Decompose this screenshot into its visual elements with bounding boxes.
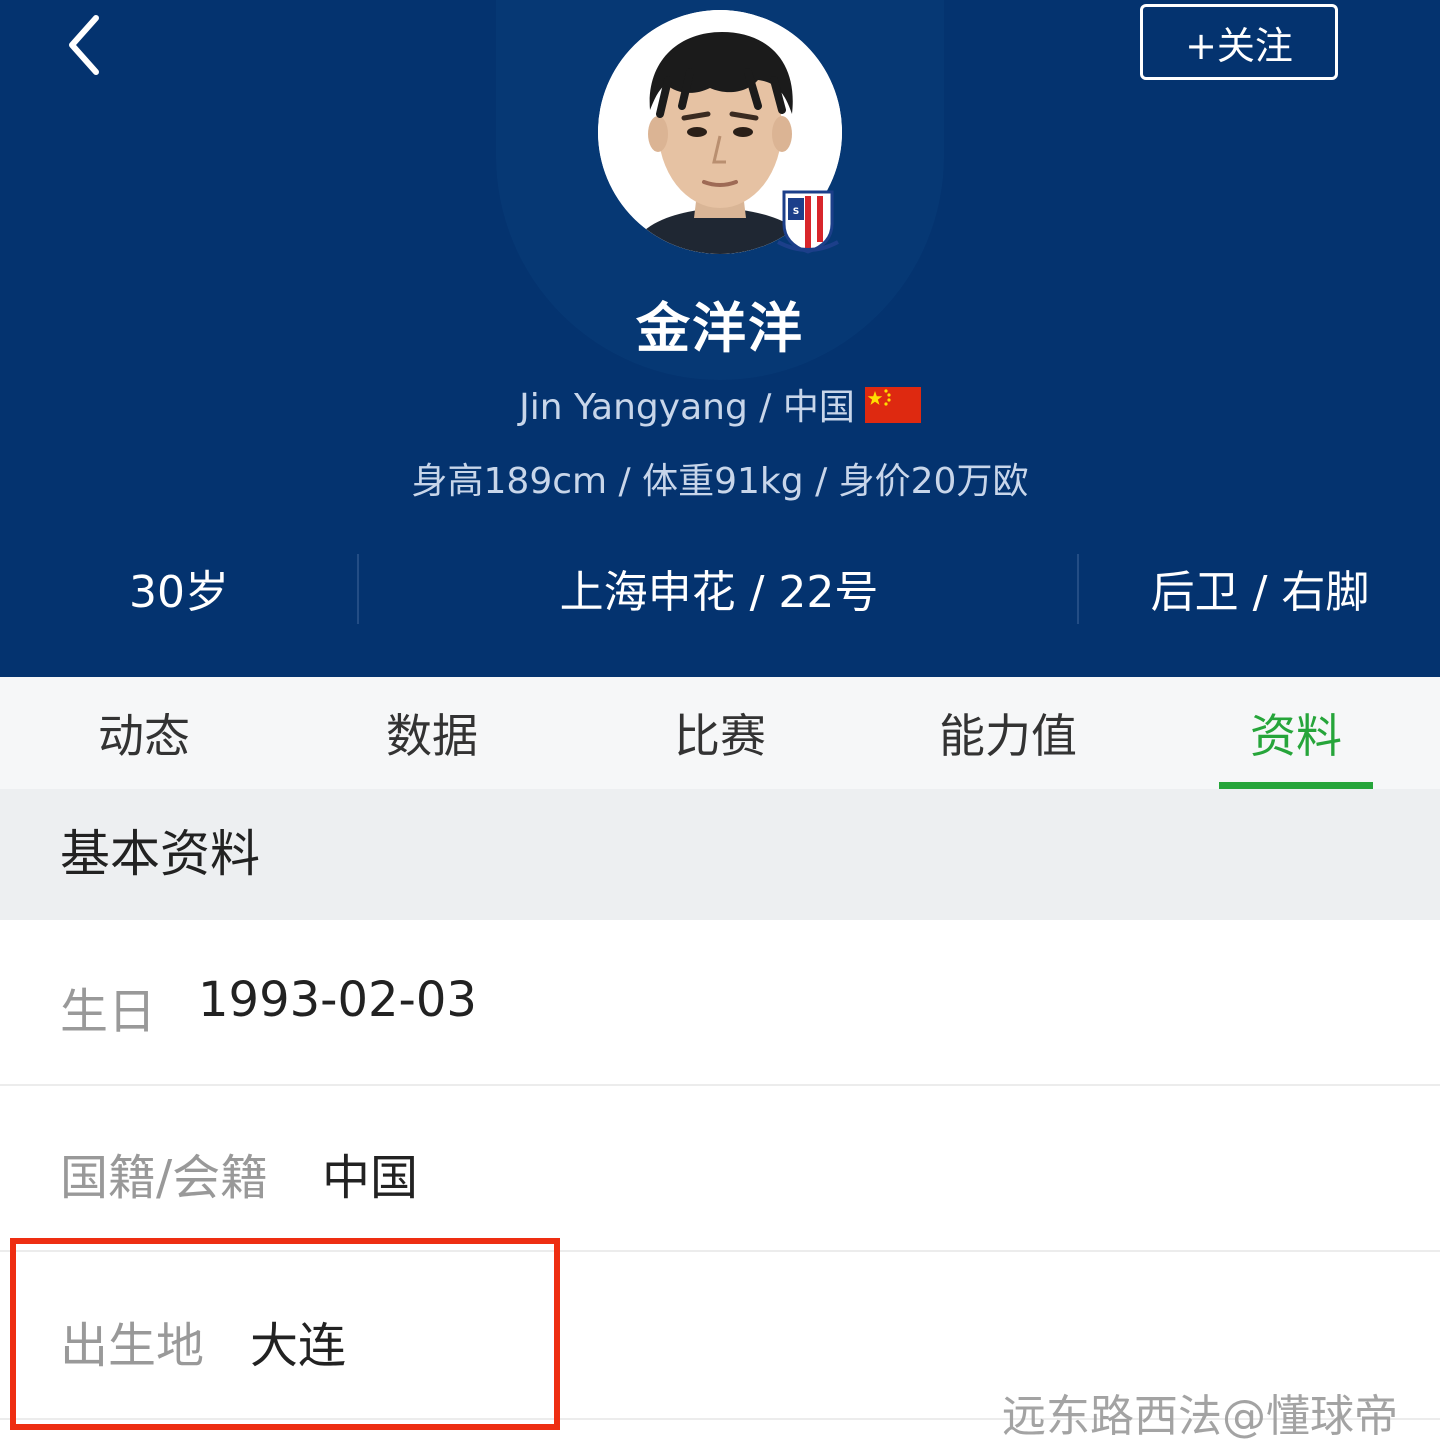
player-header: +关注 S 金洋洋 Jin Yangyang / 中国 身高189cm / 体重… [0, 0, 1440, 677]
watermark: 远东路西法@懂球帝 [1002, 1391, 1398, 1442]
shanghai-shenhua-badge-icon: S [777, 190, 839, 254]
player-subline: Jin Yangyang / 中国 [0, 378, 1440, 430]
chevron-left-icon [69, 15, 99, 75]
subline-separator: / [747, 387, 783, 428]
player-quick-info: 30岁 上海申花 / 22号 后卫 / 右脚 [0, 548, 1440, 628]
info-row-birthday: 生日 1993-02-03 [0, 920, 1440, 1086]
info-label: 生日 [60, 984, 157, 1040]
highlight-annotation-box [10, 1238, 560, 1430]
player-club-number: 上海申花 / 22号 [559, 567, 879, 618]
active-tab-indicator [1219, 782, 1373, 789]
tab-bar: 动态 数据 比赛 能力值 资料 [0, 677, 1440, 789]
player-position-foot: 后卫 / 右脚 [1150, 567, 1370, 618]
player-nationality: 中国 [782, 387, 855, 428]
back-button[interactable] [58, 10, 118, 80]
follow-button[interactable]: +关注 [1140, 4, 1338, 80]
china-flag-icon [864, 387, 921, 423]
player-english-name: Jin Yangyang [519, 387, 748, 428]
tab-news[interactable]: 动态 [40, 677, 248, 789]
section-title: 基本资料 [60, 825, 260, 883]
player-physical-stats: 身高189cm / 体重91kg / 身价20万欧 [411, 461, 1029, 502]
info-row-nationality: 国籍/会籍 中国 [0, 1086, 1440, 1252]
tab-matches[interactable]: 比赛 [616, 677, 824, 789]
player-name: 金洋洋 [636, 297, 804, 360]
section-header: 基本资料 [0, 789, 1440, 920]
info-value: 1993-02-03 [198, 972, 477, 1028]
svg-text:S: S [793, 207, 799, 217]
tab-stats[interactable]: 数据 [328, 677, 536, 789]
divider [357, 554, 359, 624]
player-age: 30岁 [129, 567, 229, 618]
info-value: 中国 [322, 1150, 419, 1206]
divider [1077, 554, 1079, 624]
tab-profile[interactable]: 资料 [1192, 677, 1400, 789]
info-label: 国籍/会籍 [60, 1150, 269, 1206]
tab-ability[interactable]: 能力值 [904, 677, 1112, 789]
